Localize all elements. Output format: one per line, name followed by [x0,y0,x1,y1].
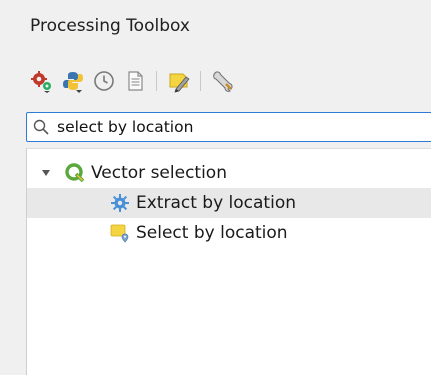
toolbar-separator [200,71,201,91]
python-scripts-icon [63,72,83,93]
processing-toolbox-panel: Processing Toolbox select by location Ve… [0,0,431,375]
results-viewer-icon [128,71,143,91]
tree-group-vector-selection[interactable]: Vector selection [27,158,431,188]
search-input[interactable] [53,114,431,140]
select-by-location-icon [110,223,130,243]
scripts-button[interactable] [59,67,87,95]
toolbox-toolbar [28,66,240,96]
search-icon [29,113,53,141]
results-viewer-button[interactable] [121,67,149,95]
history-clock-icon [94,71,114,91]
edit-features-in-place-icon [169,73,190,93]
models-button[interactable] [28,67,56,95]
expand-arrow-icon[interactable] [39,166,53,180]
tree-item-select-by-location[interactable]: Select by location [27,218,431,248]
search-box[interactable] [26,112,431,142]
options-wrench-icon [213,71,233,92]
history-button[interactable] [90,67,118,95]
gear-algorithm-icon [110,193,130,213]
tree-item-label: Select by location [136,223,288,243]
tree-item-label: Extract by location [136,193,296,213]
toolbar-separator [156,71,157,91]
qgis-logo-icon [65,163,85,183]
panel-title: Processing Toolbox [30,16,190,36]
algorithm-tree[interactable]: Vector selection Extract by location Sel… [26,148,431,375]
options-button[interactable] [209,67,237,95]
tree-group-label: Vector selection [91,163,227,183]
edit-in-place-button[interactable] [165,67,193,95]
tree-item-extract-by-location[interactable]: Extract by location [27,188,431,218]
models-gear-icon [31,71,51,93]
